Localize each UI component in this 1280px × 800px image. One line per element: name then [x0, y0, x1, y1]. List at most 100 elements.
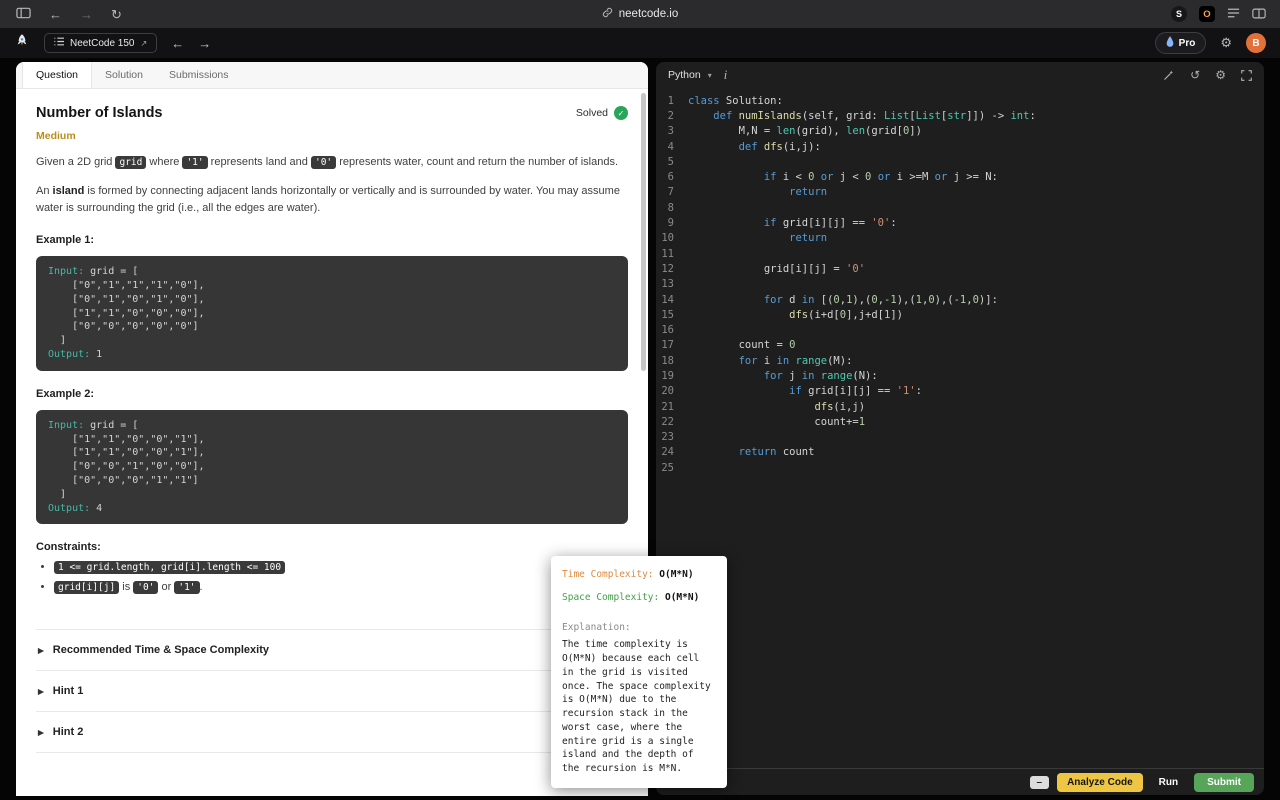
tab-solution[interactable]: Solution	[92, 62, 156, 88]
editor-toolbar: Python ▾ i ↺ ⚙	[656, 62, 1264, 88]
collapsible-hint-2[interactable]: ▶ Hint 2	[36, 711, 628, 753]
code-line-14[interactable]: 14 for d in [(0,1),(0,-1),(1,0),(-1,0)]:	[656, 292, 1264, 307]
wand-icon[interactable]	[1163, 69, 1175, 81]
browser-back-icon[interactable]: ←	[49, 8, 62, 21]
neetcode-logo[interactable]	[14, 33, 30, 54]
address-bar-url[interactable]: neetcode.io	[619, 8, 678, 20]
code-line-22[interactable]: 22 count+=1	[656, 414, 1264, 429]
code-line-25[interactable]: 25	[656, 460, 1264, 475]
code-line-7[interactable]: 7 return	[656, 185, 1264, 200]
flame-icon	[1166, 36, 1174, 50]
line-number: 21	[656, 401, 688, 413]
split-view-icon[interactable]	[1252, 8, 1266, 21]
example-code-block-2: Input: grid = [ ["1","1","0","0","1"], […	[36, 410, 628, 525]
reader-icon[interactable]	[1227, 7, 1240, 21]
text-segment: An	[36, 185, 53, 197]
code-line-6[interactable]: 6 if i < 0 or j < 0 or i >=M or j >= N:	[656, 169, 1264, 184]
line-number: 1	[656, 95, 688, 107]
prev-problem-button[interactable]: ←	[171, 37, 184, 50]
code-line-15[interactable]: 15 dfs(i+d[0],j+d[1])	[656, 307, 1264, 322]
editor-panel: Python ▾ i ↺ ⚙ 1class Solution:2 def num…	[656, 62, 1264, 795]
solved-label: Solved	[576, 107, 608, 119]
collapsible-hint-1[interactable]: ▶Hint 1	[36, 670, 628, 711]
line-number: 25	[656, 462, 688, 474]
line-number: 20	[656, 385, 688, 397]
browser-forward-icon[interactable]: →	[80, 8, 93, 21]
text-segment: Given a 2D grid	[36, 156, 115, 168]
code-line-1[interactable]: 1class Solution:	[656, 93, 1264, 108]
code-area[interactable]: 1class Solution:2 def numIslands(self, g…	[656, 88, 1264, 768]
code-line-2[interactable]: 2 def numIslands(self, grid: List[List[s…	[656, 108, 1264, 123]
space-complexity-label: Space Complexity:	[562, 592, 659, 603]
example-heading-1: Example 1:	[36, 234, 628, 246]
tab-question[interactable]: Question	[22, 62, 92, 88]
run-button[interactable]: Run	[1151, 773, 1186, 792]
line-number: 2	[656, 110, 688, 122]
problem-description: Given a 2D grid grid where '1' represent…	[36, 154, 628, 217]
submit-button[interactable]: Submit	[1194, 773, 1254, 792]
code-line-20[interactable]: 20 if grid[i][j] == '1':	[656, 384, 1264, 399]
settings-gear-icon[interactable]: ⚙	[1220, 35, 1232, 51]
code-line-9[interactable]: 9 if grid[i][j] == '0':	[656, 215, 1264, 230]
browser-chrome: ← → ↻ neetcode.io S O	[0, 0, 1280, 28]
minimize-button[interactable]: –	[1030, 776, 1050, 789]
line-number: 15	[656, 309, 688, 321]
line-number: 24	[656, 446, 688, 458]
tab-submissions[interactable]: Submissions	[156, 62, 242, 88]
time-complexity-value: O(M*N)	[659, 569, 693, 580]
scrollbar-thumb[interactable]	[641, 93, 646, 371]
code-line-24[interactable]: 24 return count	[656, 445, 1264, 460]
code-line-8[interactable]: 8	[656, 200, 1264, 215]
line-number: 9	[656, 217, 688, 229]
code-line-4[interactable]: 4 def dfs(i,j):	[656, 139, 1264, 154]
line-number: 12	[656, 263, 688, 275]
line-number: 17	[656, 339, 688, 351]
code-line-23[interactable]: 23	[656, 430, 1264, 445]
code-line-18[interactable]: 18 for i in range(M):	[656, 353, 1264, 368]
editor-settings-icon[interactable]: ⚙	[1215, 69, 1226, 81]
chevron-right-icon: ▶	[38, 728, 44, 737]
pro-button[interactable]: Pro	[1155, 32, 1207, 54]
code-line-17[interactable]: 17 count = 0	[656, 338, 1264, 353]
next-problem-button[interactable]: →	[198, 37, 211, 50]
text-segment: .	[200, 581, 203, 593]
info-icon[interactable]: i	[724, 68, 727, 83]
inline-code: grid[i][j]	[54, 581, 119, 594]
examples: Example 1:Input: grid = [ ["0","1","1","…	[36, 234, 628, 524]
solved-check-icon: ✓	[614, 106, 628, 120]
code-line-3[interactable]: 3 M,N = len(grid), len(grid[0])	[656, 124, 1264, 139]
code-line-13[interactable]: 13	[656, 277, 1264, 292]
problem-list-button[interactable]: NeetCode 150 ↗	[44, 33, 157, 53]
extension-o-icon[interactable]: O	[1199, 6, 1215, 22]
language-select[interactable]: Python ▾	[668, 69, 712, 81]
inline-code: grid	[115, 156, 146, 169]
text-segment: or	[158, 581, 174, 593]
line-number: 18	[656, 355, 688, 367]
collapsible-sections: ▶Recommended Time & Space Complexity▶Hin…	[36, 629, 628, 753]
question-tabs: QuestionSolutionSubmissions	[16, 62, 648, 89]
code-line-19[interactable]: 19 for j in range(N):	[656, 368, 1264, 383]
collapsible-recommended-time-space-complexity[interactable]: ▶Recommended Time & Space Complexity	[36, 629, 628, 670]
code-line-10[interactable]: 10 return	[656, 231, 1264, 246]
code-line-21[interactable]: 21 dfs(i,j)	[656, 399, 1264, 414]
reset-code-icon[interactable]: ↺	[1190, 69, 1200, 81]
inline-code: 1 <= grid.length, grid[i].length <= 100	[54, 561, 285, 574]
text-segment: is formed by connecting adjacent lands h…	[36, 185, 620, 214]
constraint-item: grid[i][j] is '0' or '1'.	[54, 581, 628, 593]
user-avatar[interactable]: B	[1246, 33, 1266, 53]
extension-s-icon[interactable]: S	[1171, 6, 1187, 22]
sidebar-toggle-icon[interactable]	[16, 7, 31, 21]
code-line-11[interactable]: 11	[656, 246, 1264, 261]
explanation-text: The time complexity is O(M*N) because ea…	[562, 638, 716, 776]
analyze-code-button[interactable]: Analyze Code	[1057, 773, 1143, 792]
code-line-5[interactable]: 5	[656, 154, 1264, 169]
fullscreen-icon[interactable]	[1241, 70, 1252, 81]
browser-reload-icon[interactable]: ↻	[111, 8, 122, 21]
code-line-16[interactable]: 16	[656, 322, 1264, 337]
constraint-item: 1 <= grid.length, grid[i].length <= 100	[54, 561, 628, 573]
code-line-12[interactable]: 12 grid[i][j] = '0'	[656, 261, 1264, 276]
difficulty-badge: Medium	[36, 130, 628, 142]
chevron-right-icon: ▶	[38, 646, 44, 655]
line-number: 22	[656, 416, 688, 428]
collapsible-label: Hint 2	[53, 726, 84, 738]
